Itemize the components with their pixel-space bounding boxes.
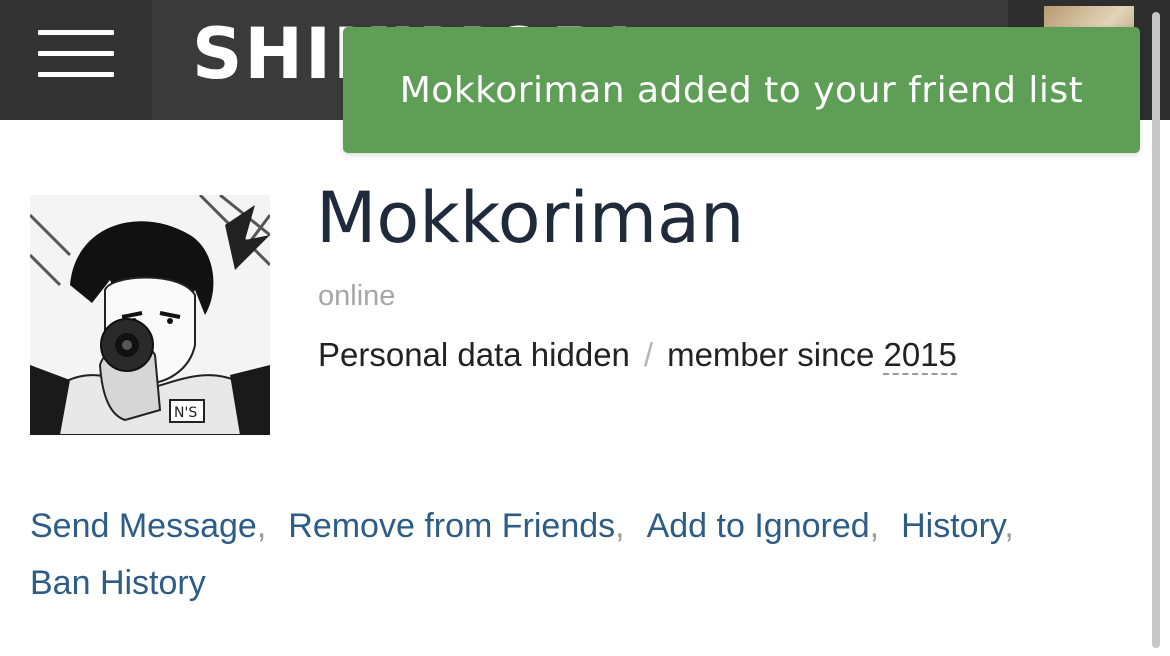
toast-message: Mokkoriman added to your friend list: [399, 69, 1084, 111]
personal-data-text: Personal data hidden: [318, 336, 630, 373]
page: SHIKIMORI Mokkoriman added to your frien…: [0, 0, 1170, 656]
online-status: online: [318, 280, 396, 312]
profile-avatar-image: N'S: [30, 195, 270, 435]
menu-icon-line: [38, 30, 114, 35]
toast-notification[interactable]: Mokkoriman added to your friend list: [343, 27, 1140, 153]
profile-avatar[interactable]: N'S: [30, 195, 270, 435]
link-separator: ,: [1004, 507, 1014, 545]
profile-actions: Send Message, Remove from Friends, Add to …: [30, 498, 1130, 612]
link-separator: ,: [256, 507, 267, 545]
history-link[interactable]: History: [901, 507, 1004, 545]
info-separator: /: [643, 336, 654, 373]
profile-username: Mokkoriman: [316, 177, 745, 259]
svg-text:N'S: N'S: [174, 405, 197, 421]
add-to-ignored-link[interactable]: Add to Ignored: [647, 507, 870, 545]
send-message-link[interactable]: Send Message: [30, 507, 257, 545]
menu-icon-line: [38, 72, 114, 77]
vertical-scrollbar[interactable]: [1152, 12, 1160, 648]
link-separator: ,: [869, 507, 880, 545]
hamburger-menu-button[interactable]: [0, 0, 152, 120]
menu-icon-line: [38, 51, 114, 56]
ban-history-link[interactable]: Ban History: [30, 564, 206, 602]
member-since-label: member since: [667, 336, 875, 373]
member-since-year[interactable]: 2015: [883, 336, 957, 375]
link-separator: ,: [615, 507, 625, 545]
remove-from-friends-link[interactable]: Remove from Friends: [288, 507, 615, 545]
profile-info-line: Personal data hidden / member since 2015: [318, 335, 957, 375]
